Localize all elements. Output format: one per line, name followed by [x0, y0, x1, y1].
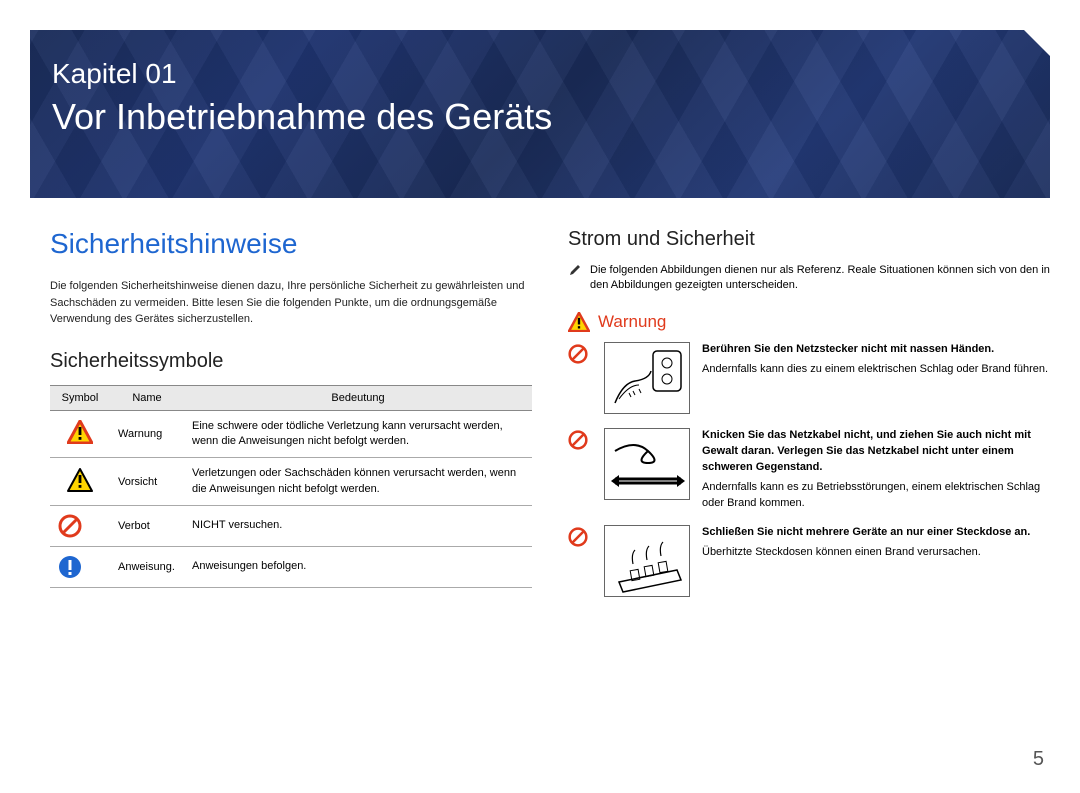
warning-title: Warnung — [598, 312, 666, 332]
row-name: Verbot — [110, 506, 184, 547]
bent-cable-illustration — [604, 428, 690, 500]
warning-triangle-icon — [568, 312, 590, 332]
warning-block: Knicken Sie das Netzkabel nicht, und zie… — [568, 428, 1050, 512]
table-row: Verbot NICHT versuchen. — [50, 506, 532, 547]
table-row: Vorsicht Verletzungen oder Sachschäden k… — [50, 458, 532, 506]
safety-symbols-table: Symbol Name Bedeutung Warnung Eine schwe… — [50, 385, 532, 589]
section-heading-safety: Sicherheitshinweise — [50, 228, 532, 260]
right-column: Strom und Sicherheit Die folgenden Abbil… — [568, 228, 1050, 611]
pencil-icon — [568, 263, 582, 294]
th-symbol: Symbol — [50, 385, 110, 410]
power-strip-fire-illustration — [604, 525, 690, 597]
block-bold: Knicken Sie das Netzkabel nicht, und zie… — [702, 428, 1050, 476]
warning-heading: Warnung — [568, 312, 1050, 332]
intro-paragraph: Die folgenden Sicherheitshinweise dienen… — [50, 278, 532, 328]
warning-red-triangle-icon — [67, 420, 93, 444]
instruction-blue-circle-icon — [58, 555, 102, 579]
prohibit-red-circle-icon — [58, 514, 102, 538]
caution-yellow-triangle-icon — [67, 468, 93, 492]
row-name: Anweisung. — [110, 547, 184, 588]
warning-block: Berühren Sie den Netzstecker nicht mit n… — [568, 342, 1050, 414]
row-meaning: Eine schwere oder tödliche Verletzung ka… — [184, 410, 532, 458]
prohibit-red-circle-icon — [568, 344, 588, 364]
block-bold: Berühren Sie den Netzstecker nicht mit n… — [702, 342, 1050, 358]
row-meaning: NICHT versuchen. — [184, 506, 532, 547]
block-body: Überhitzte Steckdosen können einen Brand… — [702, 546, 981, 558]
block-body: Andernfalls kann dies zu einem elektrisc… — [702, 363, 1048, 375]
prohibit-red-circle-icon — [568, 527, 588, 547]
table-row: Warnung Eine schwere oder tödliche Verle… — [50, 410, 532, 458]
chapter-label: Kapitel 01 — [52, 58, 1028, 90]
block-bold: Schließen Sie nicht mehrere Geräte an nu… — [702, 525, 1050, 541]
row-meaning: Anweisungen befolgen. — [184, 547, 532, 588]
note-text: Die folgenden Abbildungen dienen nur als… — [590, 263, 1050, 294]
row-name: Vorsicht — [110, 458, 184, 506]
th-meaning: Bedeutung — [184, 385, 532, 410]
table-row: Anweisung. Anweisungen befolgen. — [50, 547, 532, 588]
chapter-title: Vor Inbetriebnahme des Geräts — [52, 96, 1028, 138]
prohibit-red-circle-icon — [568, 430, 588, 450]
wet-hand-outlet-illustration — [604, 342, 690, 414]
reference-note: Die folgenden Abbildungen dienen nur als… — [568, 263, 1050, 294]
chapter-banner: Kapitel 01 Vor Inbetriebnahme des Geräts — [30, 30, 1050, 198]
symbols-subheading: Sicherheitssymbole — [50, 350, 532, 373]
section-heading-power: Strom und Sicherheit — [568, 228, 1050, 251]
block-body: Andernfalls kann es zu Betriebsstörungen… — [702, 481, 1040, 509]
left-column: Sicherheitshinweise Die folgenden Sicher… — [50, 228, 532, 611]
row-name: Warnung — [110, 410, 184, 458]
warning-block: Schließen Sie nicht mehrere Geräte an nu… — [568, 525, 1050, 597]
row-meaning: Verletzungen oder Sachschäden können ver… — [184, 458, 532, 506]
th-name: Name — [110, 385, 184, 410]
page-number: 5 — [1033, 748, 1044, 771]
